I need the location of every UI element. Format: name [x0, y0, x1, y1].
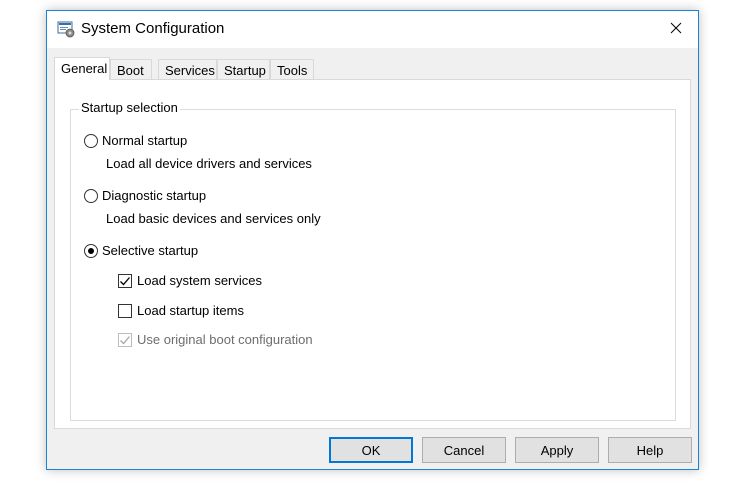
- diagnostic-startup-label: Diagnostic startup: [102, 188, 207, 203]
- general-tab-panel: Startup selection Normal startup Load al…: [54, 79, 691, 429]
- ok-button[interactable]: OK: [329, 437, 413, 463]
- selective-startup-label: Selective startup: [102, 243, 199, 258]
- normal-startup-description: Load all device drivers and services: [106, 156, 312, 171]
- diagnostic-startup-description: Load basic devices and services only: [106, 211, 321, 226]
- load-startup-items-checkbox[interactable]: Load startup items: [118, 303, 244, 318]
- window-title: System Configuration: [81, 20, 225, 37]
- use-original-boot-config-label: Use original boot configuration: [137, 332, 313, 347]
- close-button[interactable]: [654, 11, 698, 48]
- checkmark-icon: [120, 276, 130, 285]
- use-original-boot-config-check: [118, 332, 132, 347]
- system-configuration-window: System Configuration General Boot Servic…: [46, 10, 699, 470]
- load-startup-items-check[interactable]: [118, 303, 132, 318]
- title-bar[interactable]: System Configuration: [47, 11, 698, 48]
- checkmark-icon: [120, 335, 130, 344]
- use-original-boot-config-checkbox: Use original boot configuration: [118, 332, 313, 347]
- normal-startup-label: Normal startup: [102, 133, 188, 148]
- system-config-icon: [57, 20, 75, 38]
- tab-tools[interactable]: Tools: [270, 59, 314, 79]
- normal-startup-radio[interactable]: Normal startup: [84, 133, 187, 148]
- cancel-button[interactable]: Cancel: [422, 437, 506, 463]
- diagnostic-startup-radio-button[interactable]: [84, 188, 98, 203]
- normal-startup-radio-button[interactable]: [84, 133, 98, 148]
- load-system-services-check[interactable]: [118, 273, 132, 288]
- help-button[interactable]: Help: [608, 437, 692, 463]
- diagnostic-startup-radio[interactable]: Diagnostic startup: [84, 188, 206, 203]
- selective-startup-radio[interactable]: Selective startup: [84, 243, 198, 258]
- tab-boot[interactable]: Boot: [110, 59, 152, 79]
- tab-startup[interactable]: Startup: [217, 59, 270, 79]
- tab-services[interactable]: Services: [158, 59, 217, 79]
- load-system-services-checkbox[interactable]: Load system services: [118, 273, 262, 288]
- load-system-services-label: Load system services: [137, 273, 262, 288]
- selective-startup-radio-button[interactable]: [84, 243, 98, 258]
- startup-selection-group: Startup selection Normal startup Load al…: [70, 100, 676, 421]
- close-icon: [670, 22, 682, 37]
- apply-button[interactable]: Apply: [515, 437, 599, 463]
- startup-selection-legend: Startup selection: [79, 100, 180, 115]
- load-startup-items-label: Load startup items: [137, 303, 244, 318]
- tab-general[interactable]: General: [54, 57, 110, 80]
